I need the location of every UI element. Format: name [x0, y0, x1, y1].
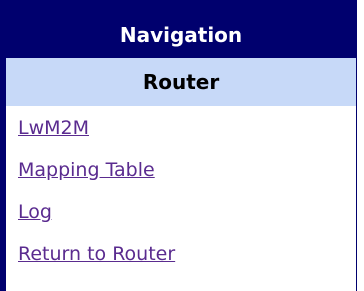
- link-return-to-router[interactable]: Return to Router: [18, 243, 175, 265]
- link-log[interactable]: Log: [18, 201, 52, 223]
- navigation-panel: Navigation Router LwM2M Mapping Table Lo…: [0, 0, 357, 291]
- nav-link-item: Return to Router: [6, 233, 356, 275]
- link-mapping-table[interactable]: Mapping Table: [18, 159, 155, 181]
- section-title-router: Router: [6, 58, 356, 107]
- nav-link-item: Mapping Table: [6, 149, 356, 191]
- link-lwm2m[interactable]: LwM2M: [18, 117, 89, 139]
- nav-link-item: Log: [6, 191, 356, 233]
- navigation-title: Navigation: [6, 0, 356, 58]
- nav-link-item: LwM2M: [6, 107, 356, 149]
- nav-link-list: LwM2M Mapping Table Log Return to Router: [6, 107, 356, 275]
